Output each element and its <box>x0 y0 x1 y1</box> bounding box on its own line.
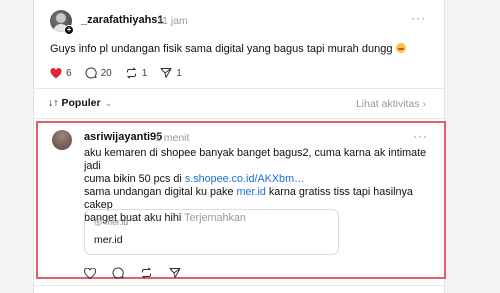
more-options-icon[interactable]: ··· <box>411 11 426 25</box>
reply-line: aku kemaren di shopee banyak banget bagu… <box>84 147 427 172</box>
heart-filled-icon <box>50 67 62 78</box>
view-activity-label: Lihat aktivitas <box>355 98 420 110</box>
chevron-right-icon: › <box>422 98 427 110</box>
reply-actions <box>84 267 197 279</box>
sort-dropdown[interactable]: ↓↑ Populer ⌄ <box>48 97 112 109</box>
repost-count: 1 <box>141 67 148 79</box>
link-preview-card[interactable]: mer.id mer.id <box>84 209 339 255</box>
avatar[interactable] <box>52 130 72 150</box>
repost-button[interactable]: 1 <box>125 67 148 79</box>
like-count: 6 <box>66 67 72 79</box>
globe-icon <box>94 218 102 226</box>
comment-button[interactable]: 20 <box>85 67 112 79</box>
sort-label: Populer <box>61 97 101 109</box>
divider <box>34 285 444 286</box>
post-text: Guys info pl undangan fisik sama digital… <box>50 43 406 55</box>
sweat-smile-emoji-icon <box>395 43 406 53</box>
divider <box>34 88 444 89</box>
thread-card: + _zarafathiyahs1 11 jam ··· Guys info p… <box>33 0 446 293</box>
heart-icon <box>84 267 96 279</box>
post-username[interactable]: _zarafathiyahs1 <box>81 14 164 26</box>
repost-icon <box>126 67 136 79</box>
sort-icon: ↓↑ <box>48 97 59 109</box>
comment-count: 20 <box>100 67 112 79</box>
reply-username[interactable]: asriwijayanti95 <box>84 131 162 143</box>
post-text-content: Guys info pl undangan fisik sama digital… <box>50 43 393 55</box>
preview-domain: mer.id <box>94 217 128 227</box>
chevron-down-icon: ⌄ <box>104 97 113 108</box>
comment-icon <box>112 267 124 279</box>
shopee-link[interactable]: s.shopee.co.id/AKXbm… <box>185 173 305 185</box>
more-options-icon[interactable]: ··· <box>413 129 428 143</box>
reply-post: asriwijayanti95 1 menit ··· aku kemaren … <box>36 121 446 279</box>
repost-button[interactable] <box>140 267 157 279</box>
divider <box>34 118 444 119</box>
merid-link[interactable]: mer.id <box>236 186 265 198</box>
share-button[interactable] <box>169 267 185 279</box>
share-send-icon <box>169 268 181 278</box>
like-button[interactable]: 6 <box>50 68 72 79</box>
share-count: 1 <box>176 67 182 79</box>
reply-line: cuma bikin 50 pcs di s.shopee.co.id/AKXb… <box>84 173 305 185</box>
repost-icon <box>141 267 152 279</box>
preview-title: mer.id <box>94 234 123 246</box>
reply-time: 1 menit <box>155 132 190 144</box>
view-activity-link[interactable]: Lihat aktivitas › <box>356 98 426 110</box>
follow-plus-icon[interactable]: + <box>64 25 74 35</box>
comment-icon <box>85 67 97 79</box>
post-actions: 6 20 1 1 <box>50 67 195 79</box>
share-send-icon <box>160 68 172 78</box>
post-time: 11 jam <box>157 15 188 27</box>
like-button[interactable] <box>84 267 100 279</box>
comment-button[interactable] <box>112 267 128 279</box>
share-button[interactable]: 1 <box>160 67 182 79</box>
